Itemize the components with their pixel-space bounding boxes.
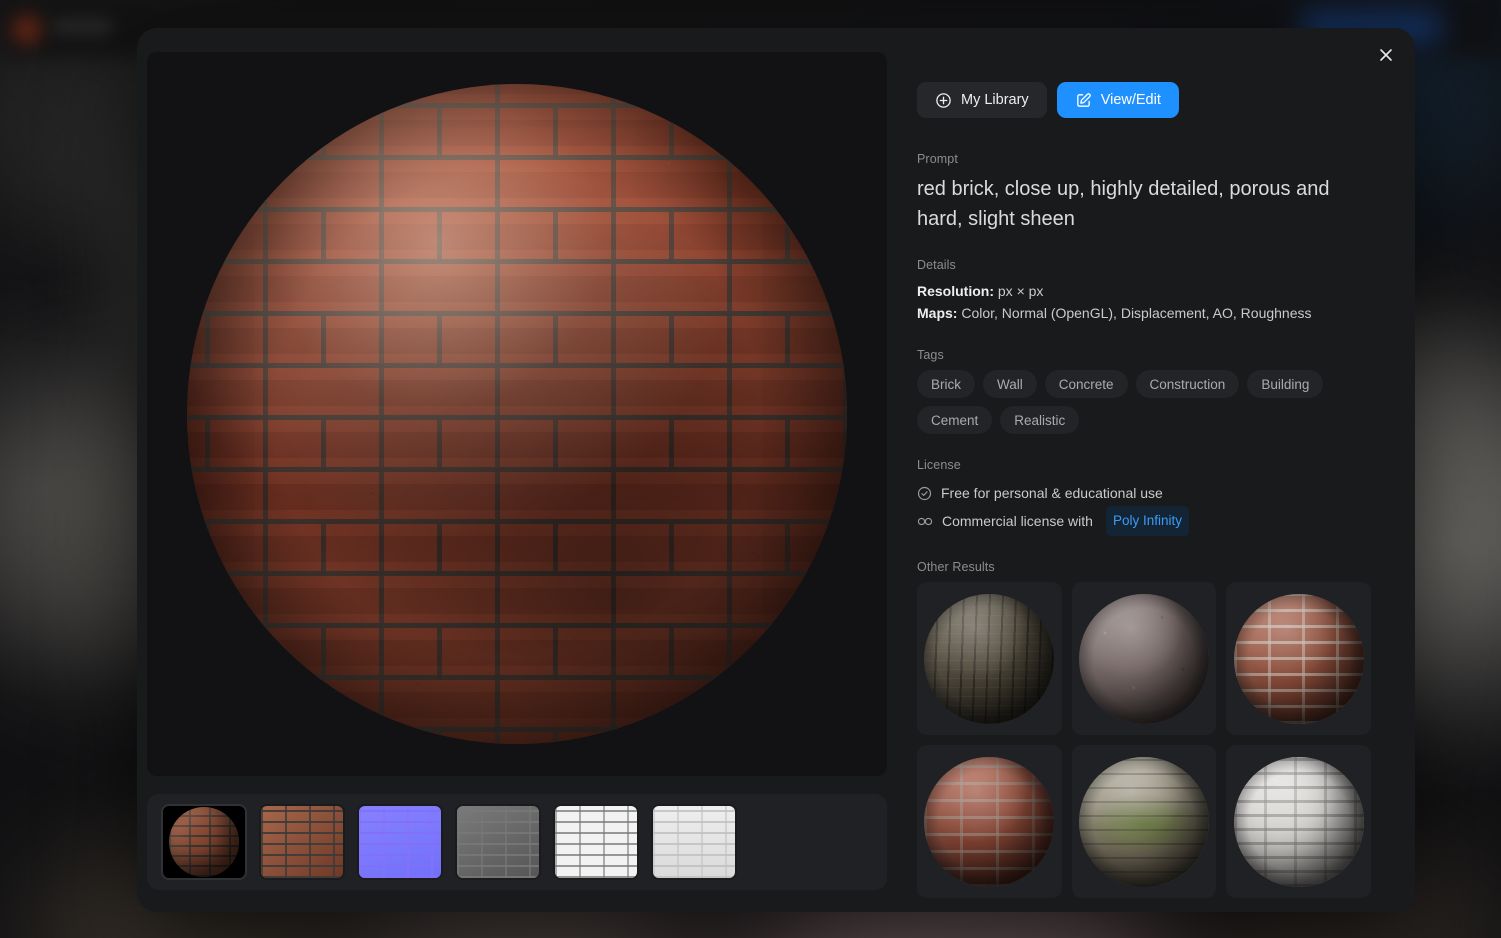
other-results-grid: [917, 582, 1371, 898]
view-edit-button[interactable]: View/Edit: [1056, 82, 1179, 118]
license-free-row: Free for personal & educational use: [917, 480, 1371, 506]
resolution-row: Resolution: px × px: [917, 280, 1371, 302]
preview-column: [137, 28, 907, 912]
close-icon[interactable]: [1369, 38, 1403, 72]
tag-pill[interactable]: Concrete: [1044, 370, 1128, 398]
ao-map-thumbnail[interactable]: [553, 804, 639, 880]
infinity-icon: [917, 514, 933, 529]
prompt-section: Prompt red brick, close up, highly detai…: [917, 152, 1371, 234]
displacement-map-thumbnail-fill: [457, 806, 539, 878]
other-result-card[interactable]: [1071, 745, 1217, 898]
tag-pill[interactable]: Wall: [983, 370, 1037, 398]
red-brick-wall-sphere: [1233, 593, 1364, 724]
other-result-card[interactable]: [917, 745, 1062, 898]
tag-pill[interactable]: Building: [1247, 370, 1324, 398]
tag-pill[interactable]: Brick: [917, 370, 975, 398]
check-circle-icon: [917, 486, 932, 501]
license-commercial-row: Commercial license with Poly Infinity: [917, 506, 1371, 536]
info-column: My Library View/Edit Prompt red brick, c…: [907, 28, 1415, 912]
tag-list: Brick Wall Concrete Construction Building Cem…: [917, 370, 1371, 434]
color-map-thumbnail[interactable]: [259, 804, 345, 880]
license-commercial-text: Commercial license with: [942, 513, 1093, 529]
material-preview-viewport[interactable]: [147, 52, 887, 776]
material-detail-modal: My Library View/Edit Prompt red brick, c…: [137, 28, 1415, 912]
poly-infinity-link[interactable]: Poly Infinity: [1105, 506, 1189, 536]
resolution-key: Resolution:: [917, 283, 994, 299]
displacement-map-thumbnail[interactable]: [455, 804, 541, 880]
details-section-label: Details: [917, 258, 956, 272]
other-result-card[interactable]: [1226, 745, 1371, 898]
tag-pill[interactable]: Realistic: [1000, 406, 1080, 434]
maps-key: Maps:: [917, 305, 958, 321]
roughness-map-thumbnail-fill: [653, 806, 735, 878]
color-map-thumbnail-fill: [261, 806, 343, 878]
red-brick-dark-sphere: [924, 756, 1055, 887]
tag-pill[interactable]: Cement: [917, 406, 993, 434]
resolution-value: px × px: [997, 283, 1044, 299]
prompt-text: red brick, close up, highly detailed, po…: [917, 178, 1330, 230]
plus-circle-icon: [935, 92, 952, 109]
maps-row: Maps: Color, Normal (OpenGL), Displaceme…: [917, 302, 1371, 324]
other-result-card[interactable]: [917, 582, 1062, 735]
tags-section: Tags Brick Wall Concrete Construction Buildi…: [917, 348, 1371, 434]
roughness-map-thumbnail[interactable]: [651, 804, 737, 880]
weathered-wood-planks-sphere: [924, 593, 1055, 724]
details-section: Details Resolution: px × px Maps: Color,…: [917, 258, 1371, 324]
white-brick-sphere: [1233, 756, 1364, 887]
rough-stucco-sphere: [1078, 593, 1209, 724]
other-result-card[interactable]: [1071, 582, 1217, 735]
maps-value: Color, Normal (OpenGL), Displacement, AO…: [961, 305, 1312, 321]
action-button-row: My Library View/Edit: [917, 82, 1371, 118]
license-section: License Free for personal & educational …: [917, 458, 1371, 536]
other-result-card[interactable]: [1226, 582, 1371, 735]
view-edit-label: View/Edit: [1100, 92, 1161, 108]
sphere-thumb-ball: [169, 807, 239, 877]
material-preview-sphere[interactable]: [187, 84, 847, 744]
normal-map-thumbnail[interactable]: [357, 804, 443, 880]
texture-map-thumbnail-strip: [147, 794, 887, 890]
tag-pill[interactable]: Construction: [1135, 370, 1240, 398]
prompt-section-label: Prompt: [917, 152, 958, 166]
sphere-preview-thumbnail[interactable]: [161, 804, 247, 880]
my-library-label: My Library: [961, 92, 1029, 108]
license-section-label: License: [917, 458, 961, 472]
ao-map-thumbnail-fill: [555, 806, 637, 878]
license-free-text: Free for personal & educational use: [941, 485, 1163, 501]
other-results-section: Other Results: [917, 560, 1371, 898]
other-results-label: Other Results: [917, 560, 995, 574]
normal-map-thumbnail-fill: [359, 806, 441, 878]
my-library-button[interactable]: My Library: [917, 82, 1047, 118]
tags-section-label: Tags: [917, 348, 944, 362]
mossy-stone-sphere: [1078, 756, 1209, 887]
pencil-square-icon: [1075, 92, 1092, 109]
